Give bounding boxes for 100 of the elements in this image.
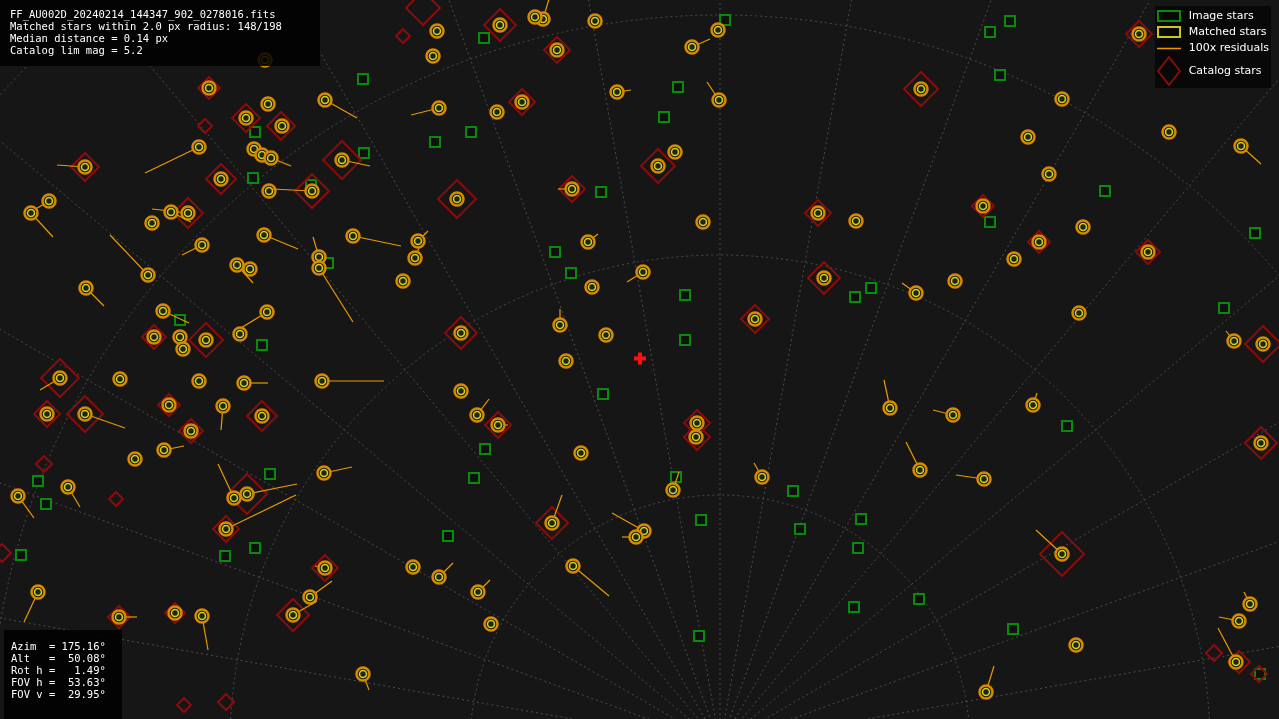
matched-star-marker bbox=[573, 445, 589, 461]
catalog-star-marker bbox=[639, 147, 677, 185]
catalog-star-marker bbox=[507, 87, 537, 117]
matched-star-marker bbox=[753, 462, 770, 485]
line-icon bbox=[1156, 46, 1181, 50]
catalog-star-marker bbox=[39, 357, 81, 399]
legend-label: Catalog stars bbox=[1188, 63, 1263, 79]
catalog-star-marker bbox=[69, 151, 101, 183]
matched-star-marker bbox=[1035, 529, 1070, 562]
matched-star-marker bbox=[552, 308, 568, 333]
matched-star-marker bbox=[77, 406, 126, 429]
matched-star-marker bbox=[314, 373, 385, 389]
matched-star-marker bbox=[913, 81, 929, 97]
matched-star-marker bbox=[492, 17, 508, 33]
legend-label: 100x residuals bbox=[1188, 40, 1269, 56]
matched-star-marker bbox=[609, 84, 632, 100]
matched-star-marker bbox=[334, 152, 371, 168]
catalog-star-marker bbox=[106, 604, 132, 630]
square-outline-icon bbox=[1156, 10, 1181, 22]
matched-star-marker bbox=[183, 423, 199, 439]
matched-star-marker bbox=[882, 379, 898, 416]
pointing-text: Azim = 175.16° bbox=[11, 640, 107, 652]
info-text: Catalog lim mag = 5.2 bbox=[10, 44, 144, 56]
matched-star-marker bbox=[667, 144, 683, 160]
catalog-star-marker bbox=[275, 597, 311, 633]
matched-star-marker bbox=[626, 264, 651, 283]
cross-icon bbox=[632, 350, 648, 367]
matched-star-marker bbox=[60, 479, 81, 508]
matched-star-marker bbox=[410, 100, 447, 116]
pointing-text: Rot h = 1.49° bbox=[11, 664, 107, 676]
catalog-star-marker bbox=[542, 35, 572, 65]
matched-star-marker bbox=[1075, 219, 1091, 235]
catalog-star-marker bbox=[443, 315, 479, 351]
matched-star-marker bbox=[544, 494, 563, 531]
catalog-star-marker bbox=[34, 454, 54, 474]
catalog-star-marker bbox=[321, 139, 363, 181]
catalog-star-marker bbox=[557, 174, 587, 204]
matched-star-marker bbox=[317, 92, 358, 119]
catalog-star-marker bbox=[65, 394, 105, 434]
catalog-star-marker bbox=[436, 178, 478, 220]
catalog-star-marker bbox=[196, 117, 214, 135]
matched-star-marker bbox=[39, 406, 55, 422]
matched-star-marker bbox=[584, 279, 600, 295]
catalog-star-marker bbox=[1243, 324, 1279, 364]
matched-star-marker bbox=[316, 465, 353, 481]
matched-star-marker bbox=[1140, 244, 1156, 260]
matched-star-marker bbox=[1253, 435, 1269, 451]
matched-star-marker bbox=[514, 94, 530, 110]
matched-star-marker bbox=[431, 562, 454, 585]
matched-star-marker bbox=[955, 471, 992, 487]
catalog-star-marker bbox=[1243, 425, 1279, 461]
catalog-star-marker bbox=[230, 102, 262, 134]
matched-star-marker bbox=[172, 329, 188, 345]
matched-star-marker bbox=[848, 213, 864, 229]
matched-star-marker bbox=[1031, 234, 1047, 250]
matched-star-marker bbox=[201, 80, 217, 96]
legend-label: Image stars bbox=[1188, 8, 1255, 24]
matched-star-marker bbox=[429, 23, 445, 39]
matched-star-marker bbox=[1025, 392, 1041, 413]
matched-star-marker bbox=[1233, 138, 1262, 165]
matched-star-marker bbox=[146, 329, 162, 345]
matched-star-marker bbox=[256, 227, 299, 250]
catalog-star-marker bbox=[156, 392, 182, 418]
matched-star-marker bbox=[558, 353, 574, 369]
matched-star-marker bbox=[598, 327, 614, 343]
matched-star-marker bbox=[695, 214, 711, 230]
catalog-star-marker bbox=[107, 490, 125, 508]
matched-star-marker bbox=[39, 370, 68, 391]
matched-star-marker bbox=[109, 234, 156, 283]
catalog-star-marker bbox=[483, 410, 513, 440]
matched-star-marker bbox=[425, 48, 441, 64]
matched-star-marker bbox=[144, 139, 207, 174]
matched-star-marker bbox=[905, 441, 928, 478]
matched-star-marker bbox=[355, 666, 371, 691]
pointing-text: Alt = 50.08° bbox=[11, 652, 107, 664]
legend-label: Matched stars bbox=[1188, 24, 1268, 40]
matched-star-marker bbox=[161, 397, 177, 413]
matched-star-marker bbox=[689, 415, 705, 431]
catalog-star-marker bbox=[1038, 530, 1086, 578]
matched-star-marker bbox=[1255, 336, 1271, 352]
matched-star-marker bbox=[706, 81, 727, 108]
matched-star-marker bbox=[236, 375, 269, 391]
matched-star-marker bbox=[127, 451, 143, 467]
matched-star-marker bbox=[191, 373, 207, 389]
matched-star-marker bbox=[395, 273, 411, 289]
matched-star-marker bbox=[1054, 91, 1070, 107]
catalog-star-marker bbox=[265, 110, 297, 142]
matched-star-marker bbox=[111, 609, 138, 625]
catalog-star-marker bbox=[245, 399, 279, 433]
matched-star-marker bbox=[1131, 26, 1147, 42]
info-text: FF_AU002D_20240214_144347_902_0278016.fits bbox=[10, 8, 277, 20]
catalog-star-marker bbox=[902, 70, 940, 108]
matched-star-marker bbox=[665, 471, 681, 498]
matched-star-marker bbox=[213, 171, 229, 187]
matched-star-marker bbox=[489, 104, 505, 120]
catalog-star-marker bbox=[806, 260, 842, 296]
catalog-star-marker bbox=[204, 162, 238, 196]
matched-star-marker bbox=[975, 198, 991, 214]
matched-star-marker bbox=[198, 332, 214, 348]
catalog-star-marker bbox=[140, 323, 168, 351]
